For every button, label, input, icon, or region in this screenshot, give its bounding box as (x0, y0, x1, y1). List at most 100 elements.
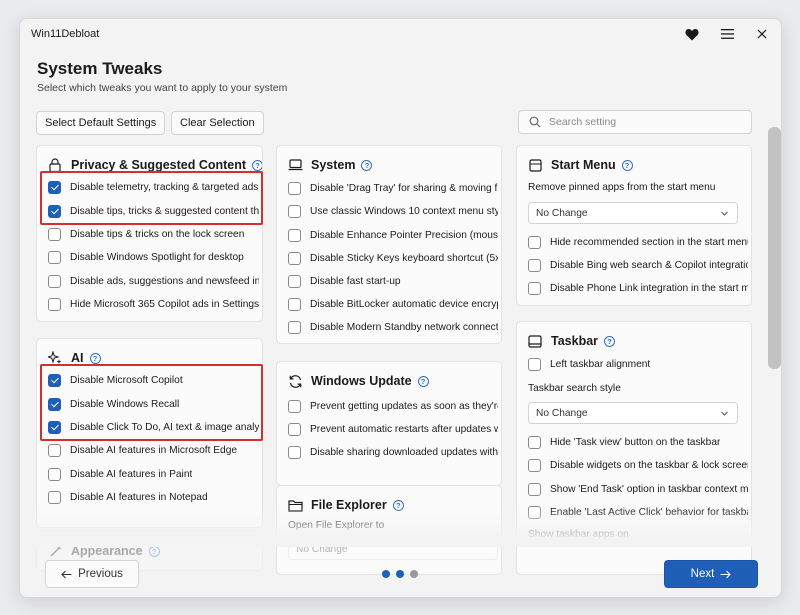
checkbox[interactable] (528, 482, 541, 496)
checkbox[interactable] (288, 422, 301, 436)
checkbox[interactable] (288, 399, 301, 413)
option-disable-tips[interactable]: Disable tips, tricks & suggested content… (48, 202, 259, 220)
option-disable-click-to-do[interactable]: Disable Click To Do, AI text & image ana… (48, 418, 259, 436)
help-icon[interactable]: ? (89, 352, 101, 364)
help-icon[interactable]: ? (361, 159, 373, 171)
option-disable-telemetry[interactable]: Disable telemetry, tracking & targeted a… (48, 178, 259, 196)
option-label: Hide recommended section in the start me… (550, 236, 748, 248)
option-disable-ai-notepad[interactable]: Disable AI features in Notepad (48, 488, 259, 506)
remove-pinned-select[interactable]: No Change (528, 202, 738, 224)
heart-icon (685, 28, 699, 40)
checkbox[interactable] (48, 227, 61, 241)
help-icon[interactable]: ? (604, 335, 616, 347)
previous-button[interactable]: Previous (45, 560, 139, 588)
checkbox[interactable] (528, 505, 541, 519)
checkbox[interactable] (48, 250, 61, 264)
help-icon[interactable]: ? (417, 375, 429, 387)
option-disable-recall[interactable]: Disable Windows Recall (48, 395, 259, 413)
option-last-active-click[interactable]: Enable 'Last Active Click' behavior for … (528, 503, 748, 521)
start-menu-icon (527, 157, 543, 173)
option-label: Disable ads, suggestions and newsfeed in… (70, 275, 259, 287)
checkbox[interactable] (528, 281, 541, 295)
option-disable-widgets[interactable]: Disable widgets on the taskbar & lock sc… (528, 456, 748, 474)
option-disable-drag-tray[interactable]: Disable 'Drag Tray' for sharing & moving… (288, 179, 498, 197)
search-input[interactable] (547, 114, 743, 130)
option-label: Disable Sticky Keys keyboard shortcut (5… (310, 252, 498, 264)
open-explorer-select[interactable]: No Change (288, 538, 498, 560)
help-icon[interactable]: ? (252, 159, 262, 171)
checkbox[interactable] (288, 181, 301, 195)
option-hide-m365-ads[interactable]: Hide Microsoft 365 Copilot ads in Settin… (48, 295, 259, 313)
checkbox[interactable] (288, 274, 301, 288)
option-disable-update-sharing[interactable]: Disable sharing downloaded updates with … (288, 443, 498, 461)
page-dot-1[interactable] (382, 570, 390, 578)
app-title: Win11Debloat (31, 28, 100, 40)
checkbox[interactable] (48, 274, 61, 288)
checkbox[interactable] (48, 397, 61, 411)
option-label: Disable sharing downloaded updates with … (310, 446, 498, 458)
checkbox[interactable] (528, 357, 541, 371)
option-disable-phone-link[interactable]: Disable Phone Link integration in the st… (528, 279, 748, 297)
checkbox[interactable] (48, 373, 61, 387)
option-disable-bing-search[interactable]: Disable Bing web search & Copilot integr… (528, 256, 748, 274)
checkbox[interactable] (48, 443, 61, 457)
option-classic-context-menu[interactable]: Use classic Windows 10 context menu styl… (288, 202, 498, 220)
search-icon (529, 116, 541, 128)
help-icon[interactable]: ? (148, 545, 160, 557)
option-disable-lockscreen-tips[interactable]: Disable tips & tricks on the lock screen (48, 225, 259, 243)
option-disable-pointer-precision[interactable]: Disable Enhance Pointer Precision (mouse… (288, 226, 498, 244)
checkbox[interactable] (288, 228, 301, 242)
checkbox[interactable] (48, 490, 61, 504)
checkbox[interactable] (48, 420, 61, 434)
clear-selection-button[interactable]: Clear Selection (171, 111, 264, 135)
checkbox[interactable] (48, 467, 61, 481)
select-default-settings-button[interactable]: Select Default Settings (36, 111, 166, 135)
page-dot-3[interactable] (410, 570, 418, 578)
checkbox[interactable] (288, 445, 301, 459)
checkbox[interactable] (48, 180, 61, 194)
option-disable-bitlocker[interactable]: Disable BitLocker automatic device encry… (288, 295, 498, 313)
favorite-button[interactable] (680, 24, 704, 44)
checkbox[interactable] (288, 320, 301, 334)
search-box[interactable] (518, 110, 752, 134)
help-icon[interactable]: ? (392, 499, 404, 511)
help-icon[interactable]: ? (621, 159, 633, 171)
option-label: Disable AI features in Microsoft Edge (70, 444, 238, 456)
option-disable-ai-paint[interactable]: Disable AI features in Paint (48, 465, 259, 483)
appearance-title: Appearance (71, 544, 143, 558)
taskbar-title: Taskbar (551, 334, 599, 348)
taskbar-header: Taskbar ? (527, 332, 616, 350)
option-disable-fast-startup[interactable]: Disable fast start-up (288, 272, 498, 290)
option-disable-spotlight[interactable]: Disable Windows Spotlight for desktop (48, 248, 259, 266)
option-label: Disable Microsoft Copilot (70, 374, 183, 386)
checkbox[interactable] (288, 251, 301, 265)
option-disable-edge-ads[interactable]: Disable ads, suggestions and newsfeed in… (48, 272, 259, 290)
checkbox[interactable] (528, 235, 541, 249)
page-subtitle: Select which tweaks you want to apply to… (37, 82, 288, 94)
option-left-alignment[interactable]: Left taskbar alignment (528, 355, 748, 373)
option-disable-copilot[interactable]: Disable Microsoft Copilot (48, 371, 259, 389)
option-disable-sticky-keys[interactable]: Disable Sticky Keys keyboard shortcut (5… (288, 249, 498, 267)
option-prevent-auto-restarts[interactable]: Prevent automatic restarts after updates… (288, 420, 498, 438)
checkbox[interactable] (288, 297, 301, 311)
select-value: No Change (536, 208, 588, 219)
option-hide-recommended[interactable]: Hide recommended section in the start me… (528, 233, 748, 251)
checkbox[interactable] (528, 458, 541, 472)
option-prevent-early-updates[interactable]: Prevent getting updates as soon as they'… (288, 397, 498, 415)
checkbox[interactable] (528, 258, 541, 272)
menu-button[interactable] (715, 24, 739, 44)
checkbox[interactable] (48, 204, 61, 218)
checkbox[interactable] (288, 204, 301, 218)
option-disable-modern-standby[interactable]: Disable Modern Standby network connectiv… (288, 318, 498, 336)
next-button[interactable]: Next (664, 560, 758, 588)
scrollbar-thumb[interactable] (768, 127, 781, 369)
option-disable-ai-edge[interactable]: Disable AI features in Microsoft Edge (48, 441, 259, 459)
checkbox[interactable] (528, 435, 541, 449)
checkbox[interactable] (48, 297, 61, 311)
option-show-end-task[interactable]: Show 'End Task' option in taskbar contex… (528, 480, 748, 498)
option-hide-task-view[interactable]: Hide 'Task view' button on the taskbar (528, 433, 748, 451)
page-dot-2[interactable] (396, 570, 404, 578)
search-style-select[interactable]: No Change (528, 402, 738, 424)
close-button[interactable] (750, 24, 774, 44)
start-menu-card: Start Menu ? Remove pinned apps from the… (516, 145, 752, 306)
